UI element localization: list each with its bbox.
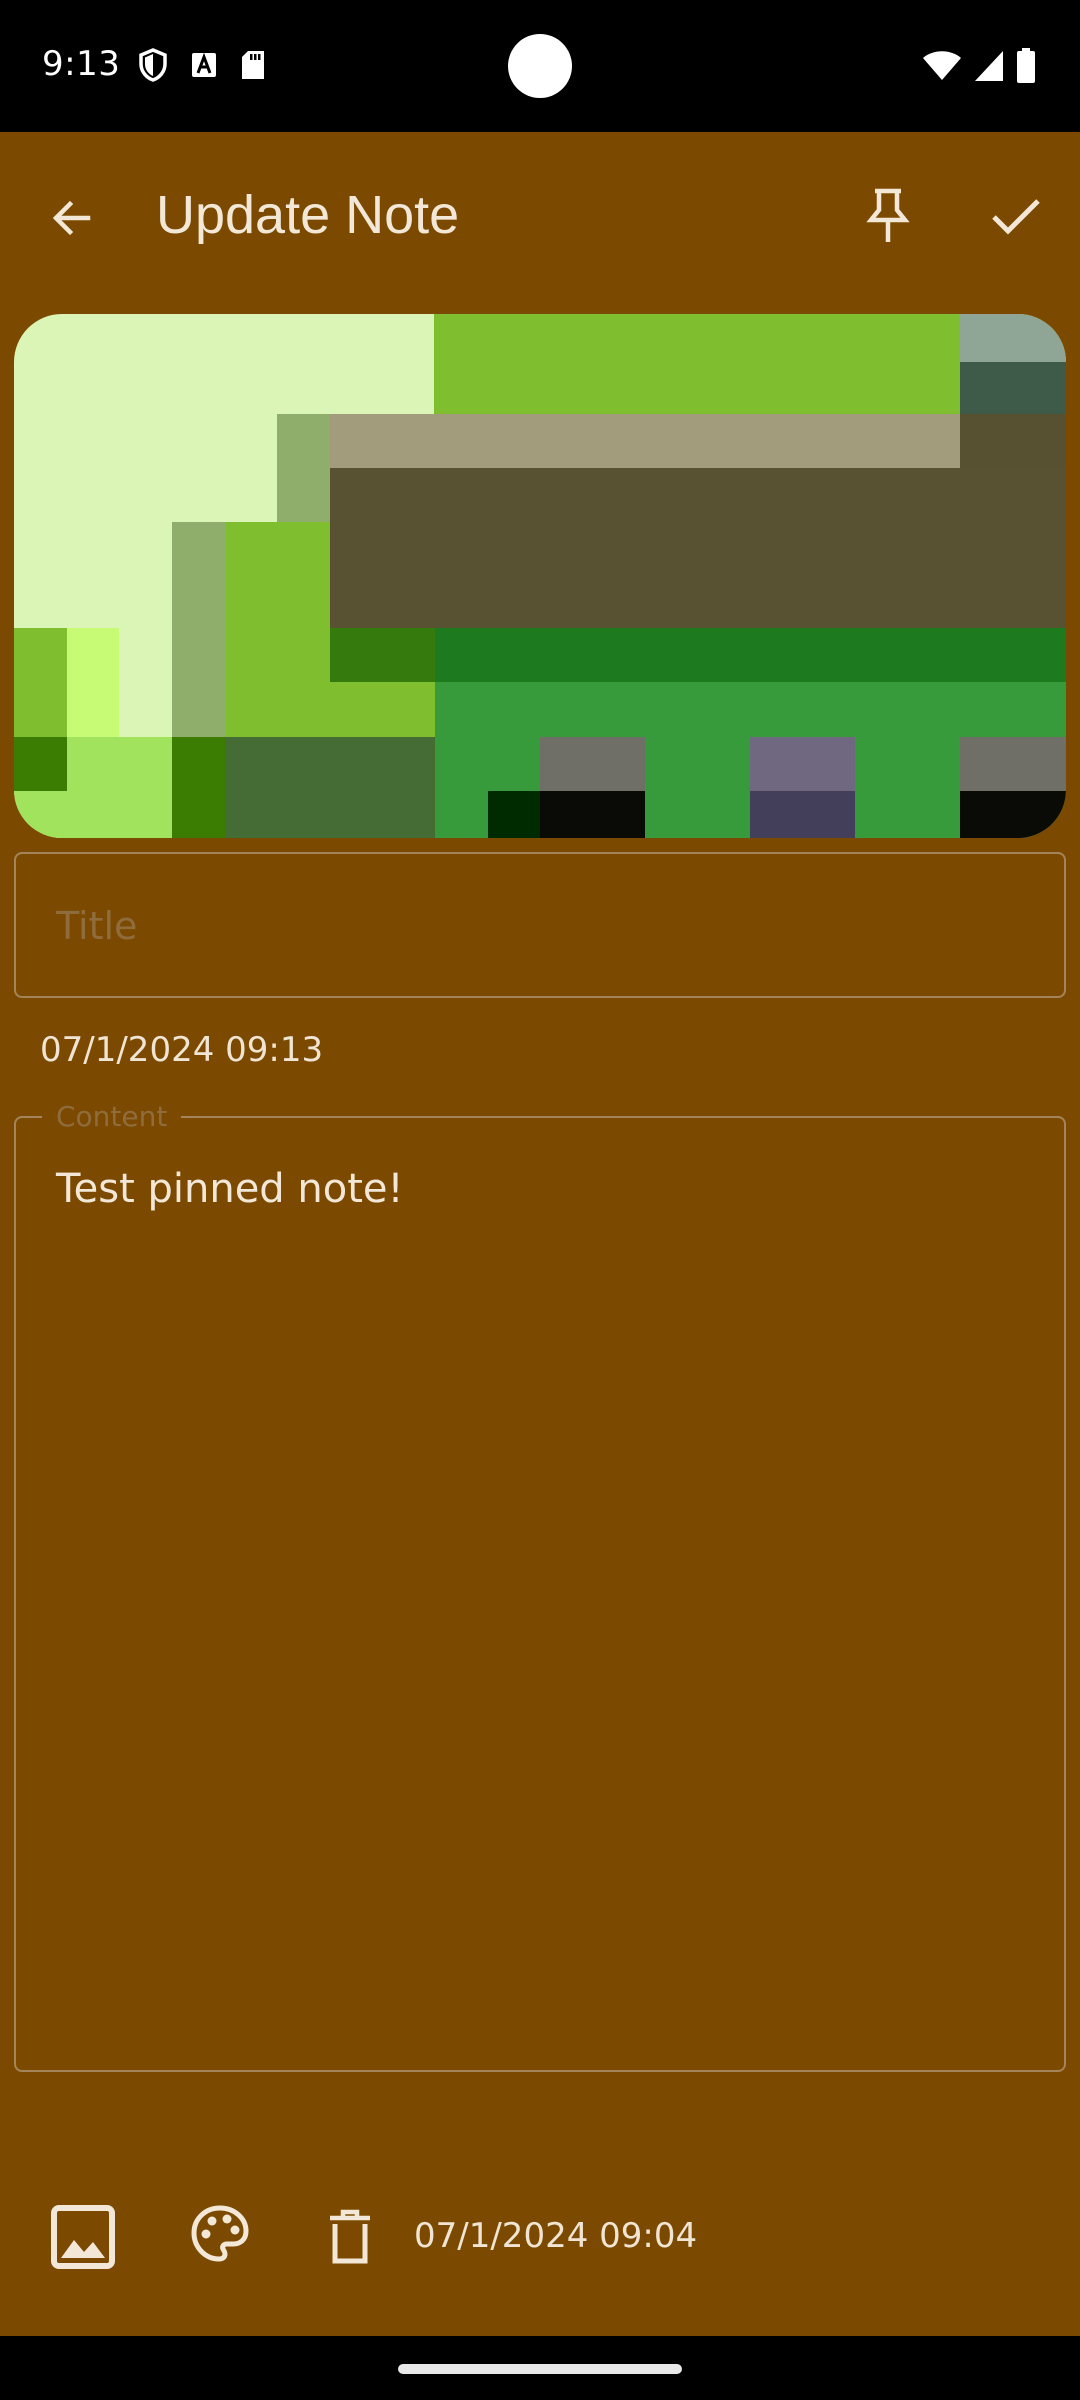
top-app-bar: Update Note: [0, 132, 1080, 302]
save-button[interactable]: [980, 180, 1052, 252]
image-icon: [51, 2205, 115, 2269]
edited-timestamp: 07/1/2024 09:04: [414, 2216, 698, 2256]
check-icon: [992, 199, 1040, 235]
bottom-action-bar: 07/1/2024 09:04: [0, 2152, 1080, 2312]
camera-cutout: [508, 34, 572, 98]
palette-icon: [191, 2205, 249, 2262]
pin-button[interactable]: [852, 180, 924, 252]
navigation-bar: [0, 2336, 1080, 2400]
back-button[interactable]: [36, 182, 108, 254]
delete-button[interactable]: [310, 2194, 390, 2280]
battery-icon: [1016, 48, 1036, 88]
signal-icon: [974, 50, 1004, 86]
status-time: 9:13: [42, 44, 121, 84]
created-timestamp: 07/1/2024 09:13: [40, 1030, 324, 1070]
title-input[interactable]: [56, 894, 1016, 958]
status-notification-icons: [138, 48, 266, 86]
content-label: Content: [42, 1100, 182, 1133]
home-gesture-handle[interactable]: [398, 2364, 682, 2374]
title-field[interactable]: [14, 852, 1066, 998]
push-pin-icon: [866, 188, 910, 242]
note-editor-screen: Update Note Title 07/1/2024 09:13 Conten…: [0, 132, 1080, 2336]
content-field[interactable]: Content Test pinned note!: [14, 1100, 1066, 2072]
content-input[interactable]: Test pinned note!: [56, 1166, 1016, 1212]
arrow-back-icon: [52, 200, 91, 236]
add-image-button[interactable]: [40, 2194, 126, 2280]
page-title: Update Note: [156, 185, 460, 245]
status-system-icons: [922, 48, 1036, 88]
status-bar: 9:13: [0, 0, 1080, 132]
shield-icon: [138, 48, 168, 86]
note-attached-image[interactable]: [14, 314, 1066, 838]
wifi-icon: [922, 50, 962, 86]
color-palette-button[interactable]: [180, 2194, 260, 2274]
sd-card-icon: [240, 50, 266, 84]
font-a-icon: [190, 51, 218, 83]
delete-icon: [330, 2209, 370, 2264]
pixelated-image: [14, 314, 1066, 838]
